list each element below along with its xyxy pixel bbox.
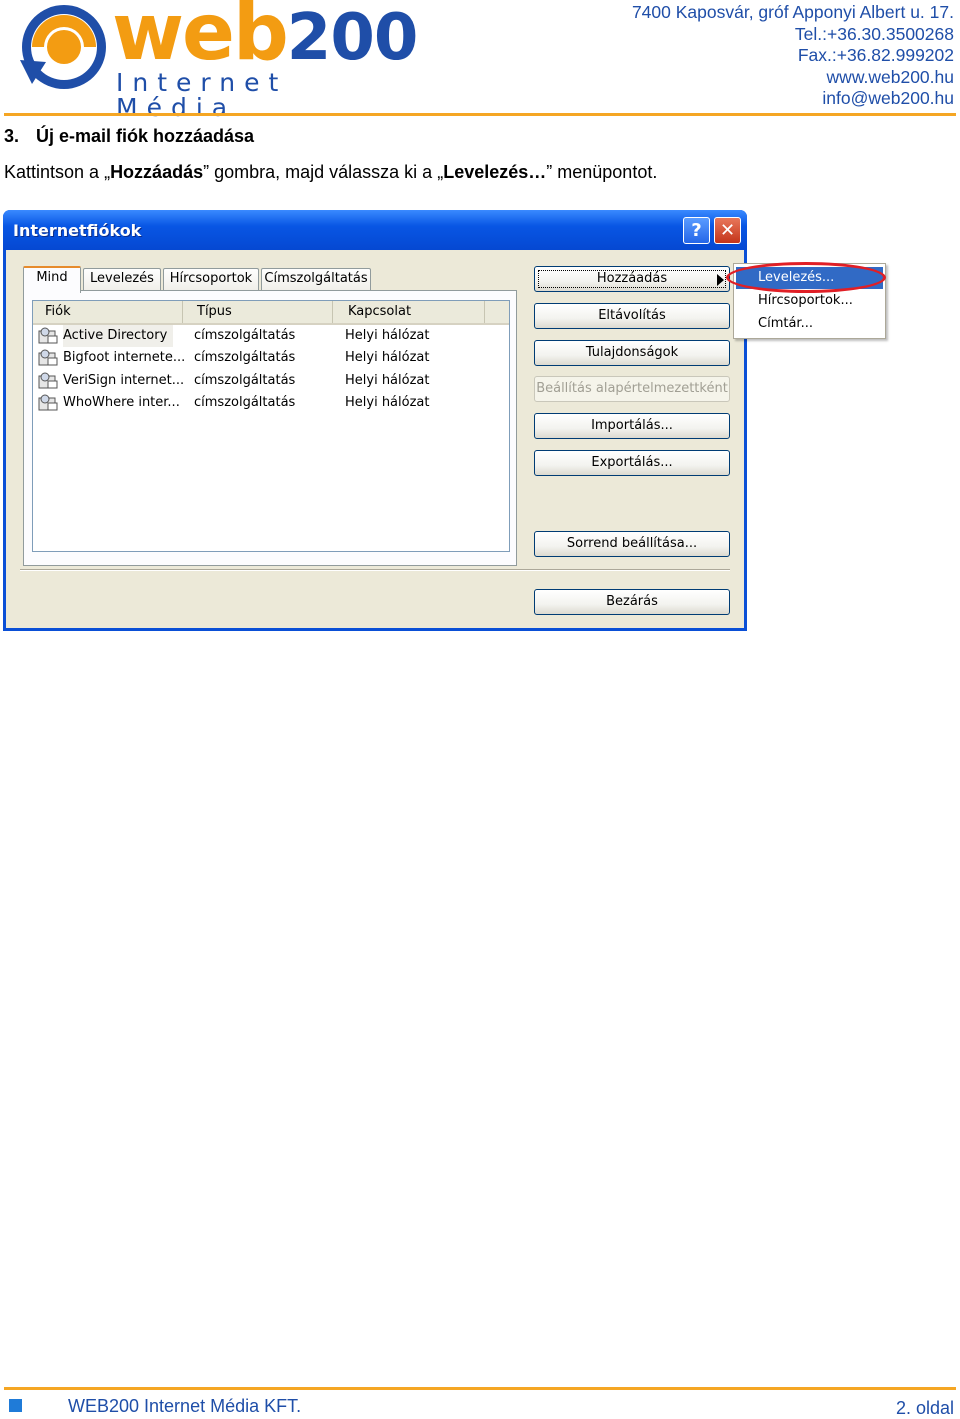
dialog-client-area: Mind Levelezés Hírcsoportok Címszolgálta… (6, 250, 744, 628)
column-header-type[interactable]: Típus (183, 301, 333, 323)
dialog-separator (20, 569, 730, 571)
export-button[interactable]: Exportálás... (534, 450, 730, 476)
tab-panel: Fiók Típus Kapcsolat Active Directory cí… (23, 290, 517, 566)
contact-fax: Fax.:+36.82.999202 (797, 45, 954, 65)
import-button[interactable]: Importálás... (534, 413, 730, 439)
tab-cimszolgaltatas[interactable]: Címszolgáltatás (261, 268, 371, 290)
red-highlight-ellipse (726, 262, 886, 293)
footer-rule (4, 1387, 956, 1390)
accounts-list[interactable]: Fiók Típus Kapcsolat Active Directory cí… (32, 300, 510, 552)
close-window-button[interactable]: ✕ (714, 217, 741, 244)
add-button-label: Hozzáadás (596, 271, 668, 286)
address-book-icon (38, 372, 58, 389)
instruction-bold-add: Hozzáadás (110, 162, 204, 182)
cell-connection: Helyi hálózat (345, 328, 430, 343)
contact-website[interactable]: www.web200.hu (632, 67, 954, 89)
help-button[interactable]: ? (683, 217, 710, 244)
cell-account: Active Directory (63, 325, 174, 347)
cell-connection: Helyi hálózat (345, 395, 430, 410)
cell-type: címszolgáltatás (194, 373, 296, 388)
close-button[interactable]: Bezárás (534, 589, 730, 615)
tab-levelezes[interactable]: Levelezés (83, 268, 161, 290)
column-header-connection[interactable]: Kapcsolat (333, 301, 485, 323)
instruction-part: ” gombra, majd válassza ki a „ (203, 162, 444, 182)
contact-email[interactable]: info@web200.hu (632, 88, 954, 110)
cell-connection: Helyi hálózat (345, 373, 430, 388)
instruction-text: Kattintson a „Hozzáadás” gombra, majd vá… (4, 162, 657, 183)
footer-company: WEB200 Internet Média KFT. (68, 1396, 302, 1416)
dialog-titlebar[interactable]: Internetfiókok ? ✕ (3, 210, 747, 250)
address-book-icon (38, 394, 58, 411)
properties-button[interactable]: Tulajdonságok (534, 340, 730, 366)
cell-type: címszolgáltatás (194, 395, 296, 410)
logo-swirl-icon (20, 5, 106, 89)
cell-account: VeriSign internet... (63, 373, 185, 388)
cell-account: WhoWhere inter... (63, 395, 180, 410)
section-number: 3. (4, 126, 20, 146)
table-row[interactable]: Bigfoot internete... címszolgáltatás Hel… (33, 347, 509, 369)
table-row[interactable]: Active Directory címszolgáltatás Helyi h… (33, 325, 509, 347)
instruction-part: ” menüpontot. (546, 162, 658, 182)
cell-type: címszolgáltatás (194, 350, 296, 365)
tab-mind[interactable]: Mind (23, 266, 81, 293)
contact-address: 7400 Kaposvár, gróf Apponyi Albert u. 17… (631, 2, 954, 22)
remove-button[interactable]: Eltávolítás (534, 303, 730, 329)
dialog-title: Internetfiókok (13, 221, 142, 240)
menu-item-directory[interactable]: Címtár... (736, 313, 883, 335)
footer-page-number: 2. oldal (895, 1398, 954, 1418)
address-book-icon (38, 327, 58, 344)
table-row[interactable]: VeriSign internet... címszolgáltatás Hel… (33, 370, 509, 392)
cell-type: címszolgáltatás (194, 328, 296, 343)
footer-square-icon (9, 1399, 22, 1412)
section-title: Új e-mail fiók hozzáadása (36, 126, 255, 146)
cell-connection: Helyi hálózat (345, 350, 430, 365)
submenu-arrow-icon (717, 274, 724, 286)
header-rule (4, 113, 956, 116)
table-row[interactable]: WhoWhere inter... címszolgáltatás Helyi … (33, 392, 509, 414)
contact-block: 7400 Kaposvár, gróf Apponyi Albert u. 17… (632, 2, 954, 110)
set-default-button[interactable]: Beállítás alapértelmezettként (534, 376, 730, 402)
tab-hircsoportok[interactable]: Hírcsoportok (163, 268, 259, 290)
address-book-icon (38, 349, 58, 366)
list-header: Fiók Típus Kapcsolat (33, 301, 509, 325)
contact-phone: Tel.:+36.30.3500268 (794, 23, 954, 44)
instruction-part: Kattintson a „ (4, 162, 111, 182)
cell-account: Bigfoot internete... (63, 350, 186, 365)
logo-wordmark: web200 (112, 0, 418, 78)
column-header-account[interactable]: Fiók (33, 301, 183, 323)
menu-item-news[interactable]: Hírcsoportok... (736, 290, 883, 312)
instruction-bold-mail: Levelezés… (443, 162, 547, 182)
web200-logo: web200 Internet Média (12, 0, 418, 120)
internet-accounts-dialog: Internetfiókok ? ✕ Mind Levelezés Hírcso… (3, 210, 747, 631)
section-heading: 3. Új e-mail fiók hozzáadása (4, 126, 254, 147)
add-button[interactable]: Hozzáadás (534, 266, 730, 292)
set-order-button[interactable]: Sorrend beállítása... (534, 531, 730, 557)
